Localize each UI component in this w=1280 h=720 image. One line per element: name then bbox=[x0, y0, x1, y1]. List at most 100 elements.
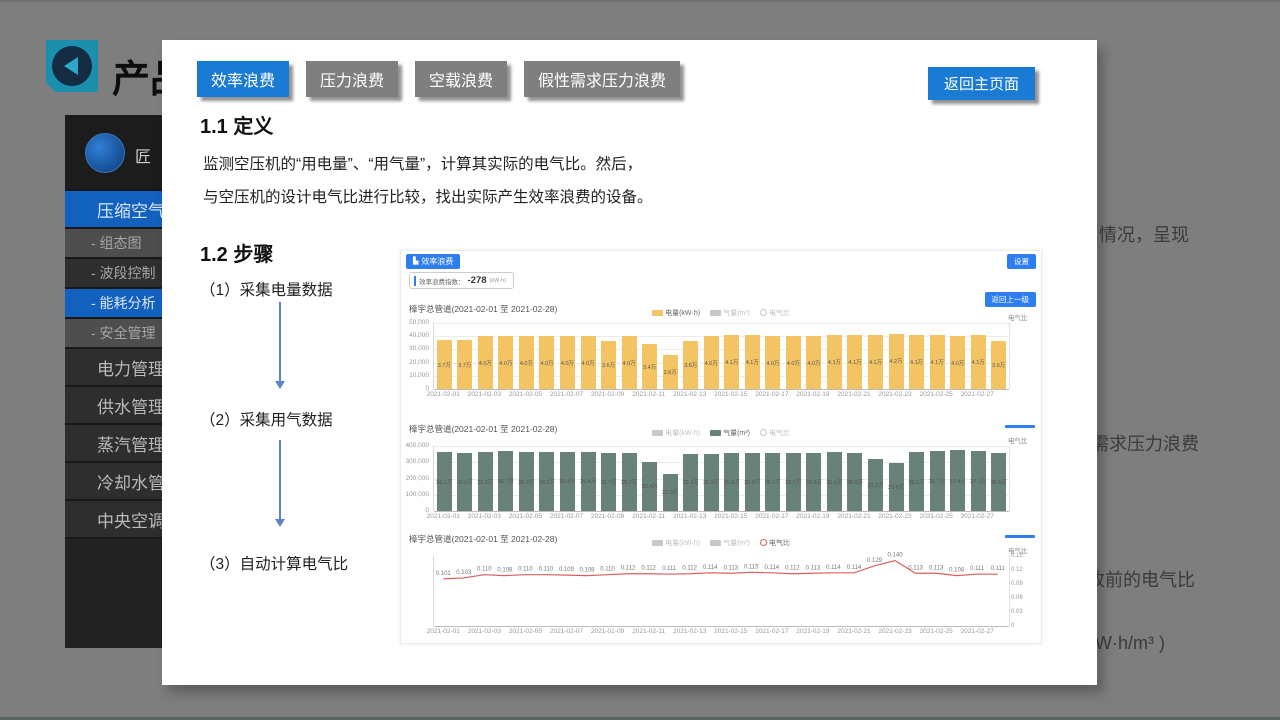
svg-text:0.112: 0.112 bbox=[785, 566, 800, 572]
tab-unload-waste[interactable]: 空载浪费 bbox=[415, 61, 507, 97]
bar-value-label: 4.0万 bbox=[516, 359, 536, 367]
svg-text:0.110: 0.110 bbox=[539, 567, 554, 573]
bar-value-label: 35.6万 bbox=[804, 478, 824, 486]
svg-text:0.115: 0.115 bbox=[744, 564, 759, 570]
back-arrow-icon[interactable] bbox=[46, 40, 98, 92]
bar-value-label: 35.5万 bbox=[763, 478, 783, 486]
tab-false-demand-pressure-waste[interactable]: 假性需求压力浪费 bbox=[524, 61, 680, 97]
back-arrow-circle bbox=[52, 46, 92, 86]
left-triangle-icon bbox=[64, 57, 78, 75]
chart-plot: 36.1万36.0万36.2万36.7万36.2万36.2万36.4万36.4万… bbox=[433, 446, 1010, 511]
svg-text:0.108: 0.108 bbox=[497, 568, 513, 574]
bar-value-label: 4.2万 bbox=[886, 357, 906, 365]
svg-text:0.110: 0.110 bbox=[518, 567, 533, 573]
legend-item[interactable]: 气量(m³) bbox=[710, 428, 750, 438]
svg-text:0.113: 0.113 bbox=[929, 565, 944, 571]
electricity-bar-chart: 樟宇总管道(2021-02-01 至 2021-02-28) 电量(kW·h)气… bbox=[401, 301, 1041, 401]
down-arrow-icon bbox=[279, 440, 281, 524]
bar-value-label: 4.1万 bbox=[722, 358, 742, 366]
bar-value-label: 32.2万 bbox=[866, 481, 886, 489]
bar-value-label: 35.8万 bbox=[722, 478, 742, 486]
bar-value-label: 35.7万 bbox=[599, 478, 619, 486]
definition-line2: 与空压机的设计电气比进行比较，找出实际产生效率浪费的设备。 bbox=[203, 189, 653, 206]
gridline bbox=[434, 389, 1009, 390]
svg-text:0.114: 0.114 bbox=[703, 565, 718, 571]
gridline bbox=[434, 446, 1009, 447]
bar-value-label: 36.0万 bbox=[742, 478, 762, 486]
right-axis-tick: 0.03 bbox=[1011, 609, 1023, 615]
blue-divider bbox=[1005, 535, 1035, 538]
legend-item[interactable]: 电气比 bbox=[760, 308, 790, 318]
metric-value: -278 bbox=[468, 275, 487, 286]
efficiency-waste-badge: ▙ 效率浪费 bbox=[406, 254, 460, 269]
definition-heading: 1.1 定义 bbox=[200, 110, 273, 139]
legend-item[interactable]: 电量(kW·h) bbox=[652, 308, 700, 318]
svg-text:0.113: 0.113 bbox=[723, 565, 738, 571]
bar-value-label: 37.1万 bbox=[968, 477, 988, 485]
dashboard-screenshot: ▙ 效率浪费 设置 效率浪费指数： -278 (kW·h) 返回上一级 樟宇总管… bbox=[400, 250, 1042, 644]
settings-button[interactable]: 设置 bbox=[1007, 254, 1036, 269]
legend-swatch bbox=[652, 430, 663, 436]
slide-text-fragment: 需求压力浪费 bbox=[1091, 430, 1199, 456]
bar-value-label: 36.0万 bbox=[455, 478, 475, 486]
bar-value-label: 4.1万 bbox=[824, 358, 844, 366]
bar-value-label: 36.7万 bbox=[496, 477, 516, 485]
tab-efficiency-waste[interactable]: 效率浪费 bbox=[197, 61, 289, 97]
bar-value-label: 4.0万 bbox=[496, 359, 516, 367]
gridline bbox=[434, 626, 1009, 627]
bar-value-label: 36.1万 bbox=[907, 478, 927, 486]
legend-label: 电气比 bbox=[769, 428, 790, 438]
efficiency-waste-metric: 效率浪费指数： -278 (kW·h) bbox=[409, 272, 514, 289]
legend-swatch bbox=[710, 430, 721, 436]
ratio-line-chart: 樟宇总管道(2021-02-01 至 2021-02-28) 电量(kW·h)气… bbox=[401, 531, 1041, 643]
right-axis-tick: 0.06 bbox=[1011, 595, 1023, 601]
return-main-page-button[interactable]: 返回主页面 bbox=[928, 67, 1035, 100]
step-3: （3）自动计算电气比 bbox=[200, 552, 348, 574]
tab-pressure-waste[interactable]: 压力浪费 bbox=[306, 61, 398, 97]
chart-icon: ▙ bbox=[413, 258, 418, 265]
svg-text:0.101: 0.101 bbox=[436, 571, 452, 577]
bar-value-label: 35.9万 bbox=[845, 478, 865, 486]
y-axis-tick: 20,000 bbox=[401, 359, 429, 366]
svg-text:0.114: 0.114 bbox=[826, 565, 841, 571]
slide-text-fragment: 情况，呈现 bbox=[1099, 221, 1189, 247]
legend-label: 电量(kW·h) bbox=[665, 428, 700, 438]
bar-value-label: 4.0万 bbox=[701, 359, 721, 367]
bar-value-label: 3.7万 bbox=[434, 361, 454, 369]
brand-logo bbox=[85, 133, 125, 173]
step-2: （2）采集用气数据 bbox=[200, 408, 333, 430]
svg-text:0.112: 0.112 bbox=[621, 566, 636, 572]
metric-label: 效率浪费指数： bbox=[419, 276, 465, 286]
bar-value-label: 4.1万 bbox=[927, 358, 947, 366]
bar-value-label: 35.7万 bbox=[783, 478, 803, 486]
slide-text-fragment: 改前的电气比 bbox=[1087, 566, 1195, 592]
svg-text:0.108: 0.108 bbox=[949, 568, 965, 574]
legend-item[interactable]: 电量(kW·h) bbox=[652, 428, 700, 438]
bar-value-label: 4.1万 bbox=[968, 358, 988, 366]
legend-label: 电量(kW·h) bbox=[665, 308, 700, 318]
svg-text:0.103: 0.103 bbox=[456, 570, 472, 576]
metric-accent-bar bbox=[414, 276, 416, 286]
bar-value-label: 4.0万 bbox=[578, 359, 598, 367]
bar-value-label: 4.0万 bbox=[783, 359, 803, 367]
legend-item[interactable]: 气量(m³) bbox=[710, 308, 750, 318]
y-axis-tick: 100,000 bbox=[401, 491, 429, 498]
bar-value-label: 35.5万 bbox=[989, 478, 1009, 486]
bar-value-label: 4.0万 bbox=[948, 359, 968, 367]
bar-value-label: 36.2万 bbox=[537, 478, 557, 486]
y-axis-tick: 400,000 bbox=[401, 442, 429, 449]
right-axis-title: 电气比 bbox=[1008, 435, 1028, 445]
ratio-line-svg: 0.1010.1030.1100.1080.1100.1100.1090.108… bbox=[433, 544, 1008, 626]
legend-item[interactable]: 电气比 bbox=[760, 428, 790, 438]
svg-text:0.114: 0.114 bbox=[765, 565, 780, 571]
bar-value-label: 4.0万 bbox=[557, 359, 577, 367]
definition-paragraph: 监测空压机的“用电量”、“用气量”，计算其实际的电气比。然后， 与空压机的设计电… bbox=[203, 148, 743, 214]
brand-name: 匠 bbox=[135, 143, 151, 167]
svg-text:0.110: 0.110 bbox=[477, 567, 492, 573]
bar-value-label: 36.2万 bbox=[516, 478, 536, 486]
down-arrow-icon bbox=[279, 302, 281, 386]
svg-text:0.112: 0.112 bbox=[682, 566, 697, 572]
bar-value-label: 3.7万 bbox=[455, 361, 475, 369]
right-axis-title: 电气比 bbox=[1008, 545, 1028, 555]
bar-value-label: 22.9万 bbox=[660, 488, 680, 496]
